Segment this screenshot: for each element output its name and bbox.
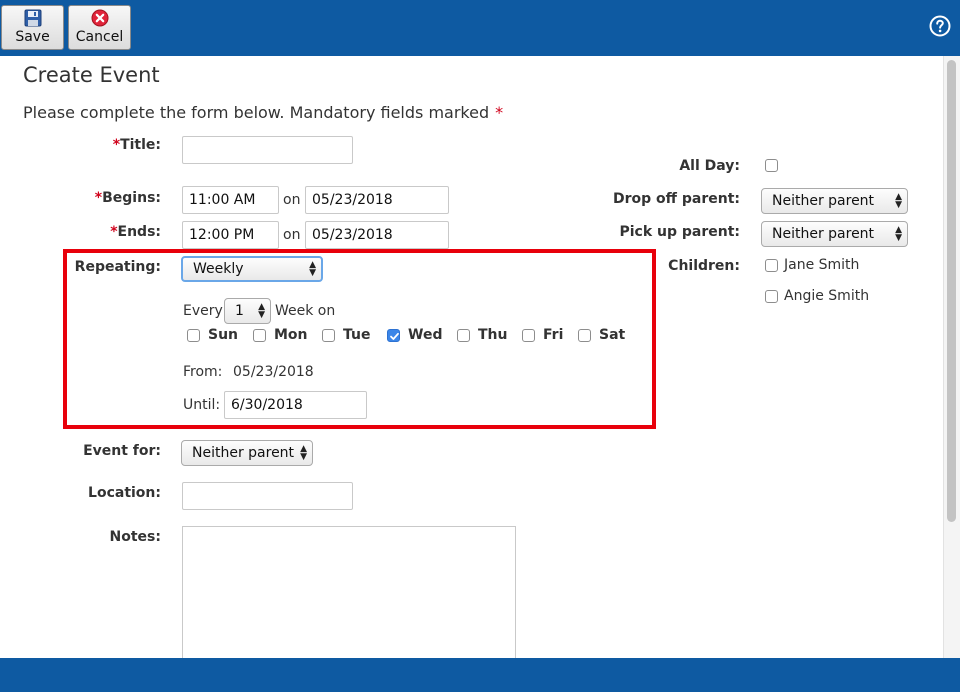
footer-bar xyxy=(0,658,960,692)
title-input[interactable] xyxy=(182,136,353,164)
cancel-button[interactable]: Cancel xyxy=(68,5,131,50)
child-checkbox-jane[interactable] xyxy=(765,259,778,272)
child-label-jane: Jane Smith xyxy=(784,257,860,273)
all-day-label: All Day: xyxy=(679,158,740,174)
ends-on-text: on xyxy=(283,227,301,243)
child-label-angie: Angie Smith xyxy=(784,288,870,304)
cancel-icon xyxy=(91,9,109,27)
begins-label: *Begins: xyxy=(94,190,161,206)
select-arrows-icon: ▲ ▼ xyxy=(895,225,902,243)
scrollbar-thumb[interactable] xyxy=(947,60,956,522)
event-for-value: Neither parent xyxy=(192,445,295,461)
help-icon[interactable] xyxy=(929,15,951,37)
pick-up-parent-select[interactable]: Neither parent ▲ ▼ xyxy=(761,221,908,247)
children-label: Children: xyxy=(668,258,740,274)
drop-off-parent-select[interactable]: Neither parent ▲ ▼ xyxy=(761,188,908,214)
event-for-select[interactable]: Neither parent ▲ ▼ xyxy=(181,440,313,466)
pick-up-parent-value: Neither parent xyxy=(772,226,875,242)
notes-label: Notes: xyxy=(109,529,161,545)
pick-up-parent-label: Pick up parent: xyxy=(619,224,740,240)
ends-date-input[interactable]: 05/23/2018 xyxy=(305,221,449,249)
begins-time-input[interactable]: 11:00 AM xyxy=(182,186,279,214)
all-day-checkbox[interactable] xyxy=(765,159,778,172)
toolbar xyxy=(0,0,960,56)
location-input[interactable] xyxy=(182,482,353,510)
title-label: *Title: xyxy=(112,137,161,153)
drop-off-parent-label: Drop off parent: xyxy=(613,191,740,207)
required-marker: * xyxy=(495,103,504,122)
drop-off-parent-value: Neither parent xyxy=(772,193,875,209)
ends-time-input[interactable]: 12:00 PM xyxy=(182,221,279,249)
select-arrows-icon: ▲ ▼ xyxy=(300,444,307,462)
select-arrows-icon: ▲ ▼ xyxy=(895,192,902,210)
child-checkbox-angie[interactable] xyxy=(765,290,778,303)
instructions-text: Please complete the form below. Mandator… xyxy=(23,103,490,122)
floppy-disk-icon xyxy=(24,9,42,27)
begins-on-text: on xyxy=(283,192,301,208)
instructions: Please complete the form below. Mandator… xyxy=(23,103,503,122)
save-label: Save xyxy=(15,29,50,45)
event-for-label: Event for: xyxy=(83,443,161,459)
begins-date-input[interactable]: 05/23/2018 xyxy=(305,186,449,214)
repeating-highlight-box xyxy=(63,249,656,429)
page-title: Create Event xyxy=(23,63,160,87)
ends-label: *Ends: xyxy=(110,224,161,240)
location-label: Location: xyxy=(88,485,161,501)
notes-textarea[interactable] xyxy=(182,526,516,666)
save-button[interactable]: Save xyxy=(1,5,64,50)
cancel-label: Cancel xyxy=(75,29,124,45)
